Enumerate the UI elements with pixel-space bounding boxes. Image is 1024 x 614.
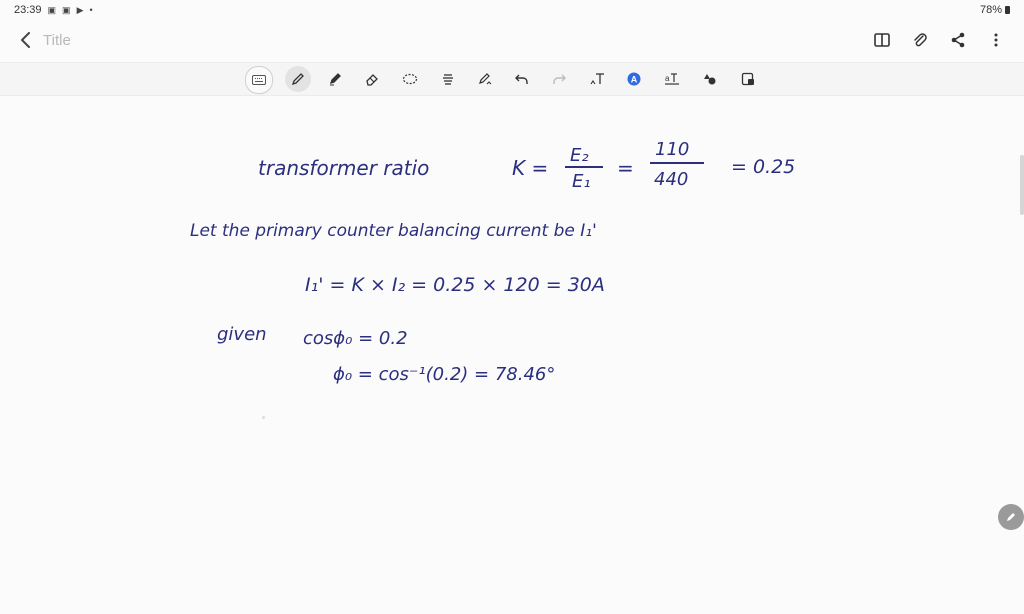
line1-frac2-den: 440 (654, 169, 688, 190)
line1-frac1-num: E₂ (570, 145, 589, 166)
paperclip-icon (914, 33, 927, 47)
color-a-icon: A (627, 72, 641, 86)
text-align-tool[interactable] (435, 66, 461, 92)
battery-percent: 78% (979, 4, 1002, 16)
line1-eq: = (617, 156, 634, 180)
shape-pen-tool[interactable] (472, 66, 498, 92)
chevron-left-icon (21, 32, 30, 48)
pen-tool[interactable] (285, 66, 311, 92)
svg-text:A: A (631, 75, 638, 85)
note-title-placeholder[interactable]: Title (43, 32, 71, 49)
attach-button[interactable] (908, 28, 932, 52)
keyboard-icon (252, 75, 266, 85)
more-vertical-icon (994, 33, 998, 47)
scroll-handle[interactable] (1020, 155, 1024, 215)
book-view-button[interactable] (870, 28, 894, 52)
line1-result: = 0.25 (731, 156, 795, 178)
clock: 23:39 (14, 4, 42, 16)
eraser-icon (366, 74, 378, 86)
book-icon (874, 33, 890, 47)
shapes-icon (704, 74, 716, 85)
app-bar: Title (0, 22, 1024, 60)
notification-dot-icon: • (89, 5, 93, 15)
keyboard-tool[interactable] (245, 66, 273, 94)
undo-icon (515, 74, 528, 84)
floating-pen-button[interactable] (998, 504, 1024, 530)
battery-icon (1005, 6, 1010, 14)
lasso-tool[interactable] (397, 66, 423, 92)
text-tool-icon (590, 73, 604, 85)
redo-button[interactable] (546, 66, 572, 92)
pencil-icon (1007, 513, 1015, 521)
share-icon (951, 32, 965, 48)
line1-frac2-num: 110 (655, 139, 689, 160)
text-format-tool[interactable]: a (659, 66, 685, 92)
back-button[interactable] (14, 28, 38, 52)
text-lines-icon (443, 74, 453, 85)
image-insert-icon (741, 72, 754, 86)
pen-icon (291, 73, 304, 86)
note-canvas[interactable]: transformer ratio K = E₂ E₁ = 110 440 = … (0, 95, 1024, 614)
play-icon: ▶ (76, 4, 84, 15)
handwriting-layer: transformer ratio K = E₂ E₁ = 110 440 = … (190, 139, 795, 385)
line1-k: K = (512, 156, 548, 180)
status-bar: 23:39 ▣ ▣ ▶ • 78% (0, 0, 1024, 20)
line5-text: ϕ₀ = cos⁻¹(0.2) = 78.46° (333, 364, 555, 385)
highlighter-icon (329, 73, 341, 86)
eraser-tool[interactable] (359, 66, 385, 92)
status-right: 78% (980, 4, 1010, 16)
redo-icon (553, 74, 566, 84)
line2-text: Let the primary counter balancing curren… (190, 221, 597, 241)
line4-equation: cosϕ₀ = 0.2 (303, 328, 408, 349)
drawing-toolbar: A a (0, 62, 1024, 96)
line1-frac1-den: E₁ (572, 171, 591, 192)
text-to-shape-tool[interactable] (585, 66, 611, 92)
undo-button[interactable] (509, 66, 535, 92)
share-button[interactable] (946, 28, 970, 52)
stray-dot (262, 416, 265, 419)
status-left: 23:39 ▣ ▣ ▶ • (14, 4, 93, 16)
line3-text: I₁' = K × I₂ = 0.25 × 120 = 30A (305, 274, 605, 296)
lasso-icon (402, 73, 418, 85)
line4-given: given (217, 324, 267, 345)
highlighter-tool[interactable] (322, 66, 348, 92)
line1-prefix: transformer ratio (258, 156, 429, 180)
text-format-icon: a (665, 73, 679, 85)
app-actions (870, 28, 1008, 52)
screen-record-icon: ▣ (47, 4, 57, 15)
color-tool[interactable]: A (621, 66, 647, 92)
svg-text:a: a (665, 74, 670, 83)
pen-shape-icon (479, 73, 492, 85)
shapes-tool[interactable] (697, 66, 723, 92)
screen-capture-icon: ▣ (62, 4, 71, 15)
image-insert-tool[interactable] (735, 66, 761, 92)
more-options-button[interactable] (984, 28, 1008, 52)
